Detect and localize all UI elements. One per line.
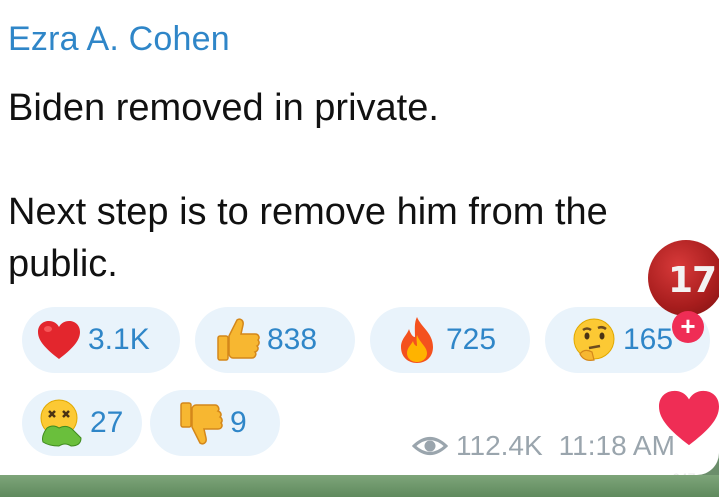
reaction-fire[interactable]: 725 (370, 307, 530, 373)
reaction-count: 838 (267, 323, 318, 356)
thumbs-down-icon (176, 398, 226, 448)
like-heart-icon[interactable] (656, 388, 719, 453)
message-meta: 112.4K 11:18 AM (412, 430, 675, 462)
eye-icon (412, 433, 448, 459)
vomiting-face-icon (36, 398, 86, 448)
thinking-face-icon (569, 315, 619, 365)
reaction-heart[interactable]: 3.1K (22, 307, 180, 373)
reaction-count: 725 (446, 323, 497, 356)
follow-plus-button[interactable]: + (672, 311, 704, 343)
message-bubble: Ezra A. Cohen Biden removed in private. … (0, 0, 719, 475)
fire-icon (392, 315, 442, 365)
avatar-number: 17 (668, 260, 717, 301)
reaction-thumbs-up[interactable]: 838 (195, 307, 355, 373)
reaction-count: 27 (90, 406, 124, 439)
reaction-thumbs-down[interactable]: 9 (150, 390, 280, 456)
message-line: Next step is to remove him from the publ… (8, 191, 608, 285)
avatar[interactable]: 17 (648, 240, 719, 316)
reaction-count: 9 (230, 406, 247, 439)
message-text: Biden removed in private. Next step is t… (8, 82, 708, 290)
message-line: Biden removed in private. (8, 87, 439, 129)
view-count: 112.4K (456, 430, 543, 461)
background-strip (0, 475, 719, 497)
reaction-count: 165 (623, 323, 674, 356)
sender-name[interactable]: Ezra A. Cohen (8, 20, 230, 59)
red-heart-icon (34, 315, 84, 365)
reaction-vomiting[interactable]: 27 (22, 390, 142, 456)
thumbs-up-icon (213, 315, 263, 365)
reaction-count: 3.1K (88, 323, 150, 356)
